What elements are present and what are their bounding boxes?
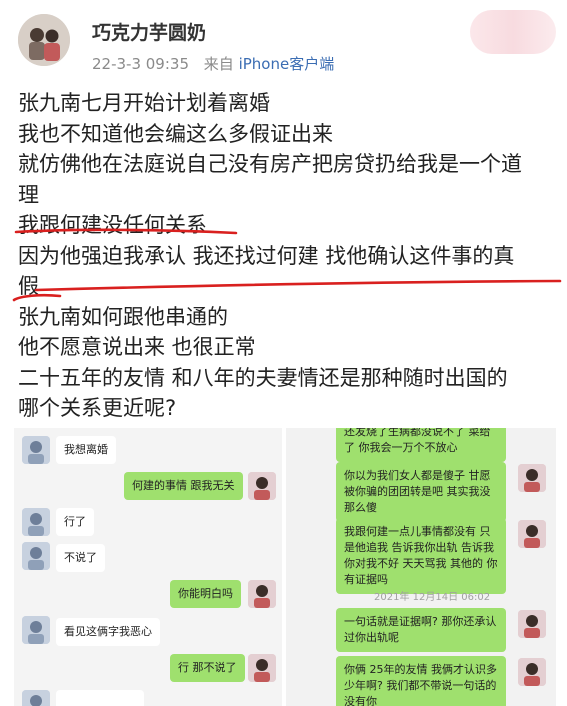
chat-bubble-outgoing: 你以为我们女人都是傻子 甘愿被你骗的团团转是吧 其实我没那么傻 (336, 462, 506, 522)
chat-bubble-incoming: 不说了 (56, 544, 105, 572)
chat-bubble-outgoing: 你能明白吗 (170, 580, 241, 608)
chat-bubble-outgoing: 一句话就是证据啊? 那你还承认过你出轨呢 (336, 608, 506, 652)
my-avatar (248, 472, 276, 500)
chat-bubble-outgoing: 我跟何建一点儿事情都没有 只是他追我 告诉我你出轨 告诉我你对我不好 天天骂我 … (336, 518, 506, 594)
my-avatar (518, 520, 546, 548)
chat-bubble-outgoing: 行 那不说了 (170, 654, 245, 682)
chat-screenshot-left[interactable]: 我想离婚 何建的事情 跟我无关 行了 不说了 你能明白吗 看见这俩字我恶心 行 … (14, 428, 282, 706)
chat-bubble-incoming: 看见这俩字我恶心 (56, 618, 160, 646)
chat-bubble-outgoing: 何建的事情 跟我无关 (124, 472, 243, 500)
contact-avatar (22, 436, 50, 464)
contact-avatar (22, 508, 50, 536)
my-avatar (248, 654, 276, 682)
chat-bubble-outgoing: 还发烧了生病都没说不了 菜给了 你我会一万个不放心 (336, 428, 506, 462)
chat-bubble-incoming: 我想离婚 (56, 436, 116, 464)
contact-avatar (22, 616, 50, 644)
chat-bubble-incoming-partial (56, 690, 144, 706)
chat-bubble-outgoing: 你俩 25年的友情 我俩才认识多少年啊? 我们都不带说一句话的 没有你 (336, 656, 506, 706)
contact-avatar (22, 542, 50, 570)
my-avatar (248, 580, 276, 608)
chat-bubble-incoming: 行了 (56, 508, 94, 536)
contact-avatar (22, 690, 50, 706)
my-avatar (518, 464, 546, 492)
chat-screenshots: 我想离婚 何建的事情 跟我无关 行了 不说了 你能明白吗 看见这俩字我恶心 行 … (14, 428, 556, 706)
my-avatar (518, 610, 546, 638)
chat-timestamp: 2021年 12月14日 06:02 (374, 592, 491, 603)
chat-screenshot-right[interactable]: 还发烧了生病都没说不了 菜给了 你我会一万个不放心 你以为我们女人都是傻子 甘愿… (286, 428, 556, 706)
my-avatar (518, 658, 546, 686)
